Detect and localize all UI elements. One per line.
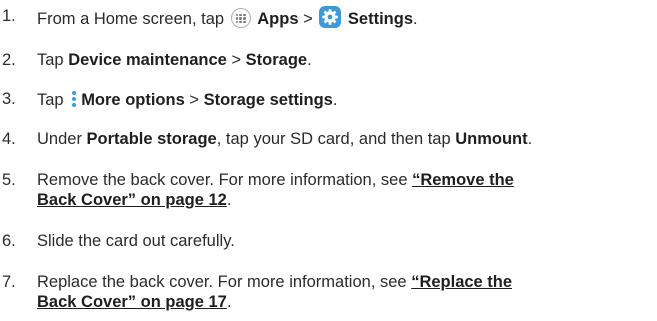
device-maintenance-label: Device maintenance (68, 51, 227, 69)
step-text-part: Tap (37, 91, 69, 109)
step-number: 3. (2, 90, 16, 108)
apps-label: Apps (257, 10, 299, 28)
step-text-part: From a Home screen, tap (37, 10, 229, 28)
settings-label: Settings (347, 10, 413, 28)
more-options-icon (70, 89, 78, 109)
step-text: Tap More options > Storage settings. (37, 89, 337, 110)
step-text-end: . (413, 10, 418, 28)
instruction-steps: 1. From a Home screen, tap Apps > Settin… (0, 0, 657, 321)
apps-icon (230, 8, 251, 28)
unmount-label: Unmount (455, 130, 528, 148)
step-text-part: Under (37, 130, 87, 148)
step-number: 5. (2, 171, 16, 189)
more-options-label: More options (81, 91, 185, 109)
link-text: “Remove the (412, 171, 514, 189)
step-number: 7. (2, 273, 16, 291)
storage-settings-label: Storage settings (203, 91, 333, 109)
step-text-part: Remove the back cover. For more informat… (37, 171, 413, 189)
step-text: From a Home screen, tap Apps > Settings. (37, 6, 418, 29)
link-text: Back Cover” on page 12 (37, 191, 227, 209)
step-text: Slide the card out carefully. (37, 231, 235, 251)
step-number: 4. (2, 130, 16, 148)
portable-storage-label: Portable storage (86, 130, 217, 148)
step-text-end: . (226, 293, 232, 311)
step-number: 1. (2, 7, 16, 25)
link-text: Back Cover” on page 17 (37, 293, 227, 311)
separator: > (226, 51, 246, 69)
step-text-end: . (332, 91, 338, 109)
remove-back-cover-link-continued[interactable]: Back Cover” on page 12 (37, 191, 227, 209)
step-text: Replace the back cover. For more informa… (37, 272, 512, 312)
step-text: Tap Device maintenance > Storage. (37, 50, 312, 70)
settings-icon (319, 6, 342, 28)
step-number: 6. (2, 232, 16, 250)
remove-back-cover-link[interactable]: “Remove the (412, 171, 514, 189)
step-text: Remove the back cover. For more informat… (37, 170, 514, 210)
storage-label: Storage (245, 51, 308, 69)
separator: > (298, 10, 318, 28)
replace-back-cover-link-continued[interactable]: Back Cover” on page 17 (37, 293, 227, 311)
separator: > (184, 91, 204, 109)
step-text: Under Portable storage, tap your SD card… (37, 129, 532, 149)
step-number: 2. (2, 51, 16, 69)
step-text-end: . (226, 191, 232, 209)
replace-back-cover-link[interactable]: “Replace the (411, 273, 512, 291)
step-text-part: Slide the card out carefully. (37, 232, 235, 250)
step-text-end: . (527, 130, 533, 148)
step-text-part: , tap your SD card, and then tap (216, 130, 456, 148)
step-text-end: . (307, 51, 312, 69)
step-text-part: Replace the back cover. For more informa… (37, 273, 412, 291)
step-text-part: Tap (37, 51, 69, 69)
link-text: “Replace the (411, 273, 513, 291)
